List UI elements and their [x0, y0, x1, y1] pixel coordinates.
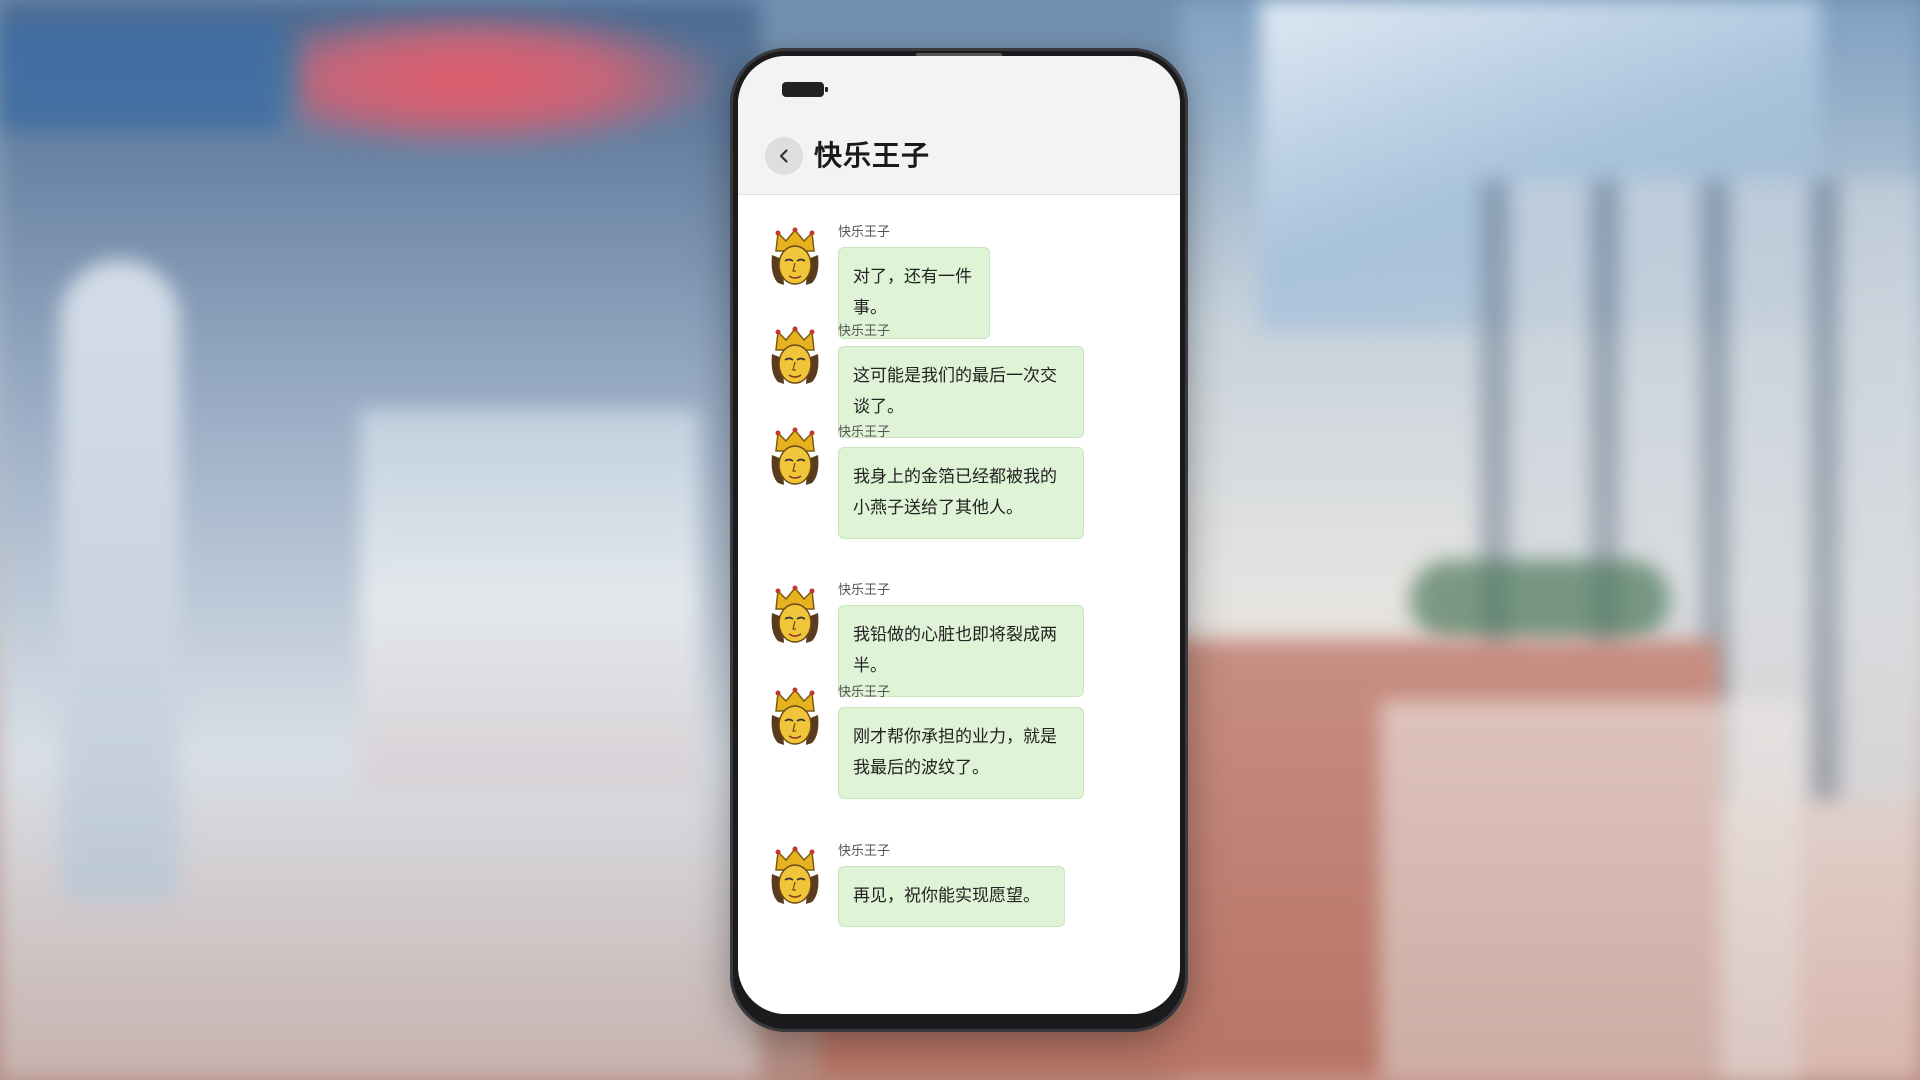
- battery-icon: [782, 82, 828, 97]
- background-sign-blue: [0, 20, 280, 130]
- background-shop-window: [360, 410, 700, 790]
- sender-name: 快乐王子: [838, 324, 891, 339]
- sender-name: 快乐王子: [838, 225, 891, 240]
- message-bubble: 我身上的金箔已经都被我的小燕子送给了其他人。: [838, 447, 1084, 539]
- crowned-prince-avatar: [764, 425, 826, 489]
- chevron-left-icon: [779, 149, 788, 163]
- crowned-prince-avatar: [764, 324, 826, 388]
- back-button[interactable]: [765, 137, 803, 175]
- crowned-prince-avatar: [764, 583, 826, 647]
- sender-name: 快乐王子: [838, 685, 891, 700]
- crowned-prince-avatar: [764, 685, 826, 749]
- background-arch: [60, 260, 180, 900]
- background-plants: [1410, 560, 1670, 640]
- crowned-prince-avatar: [764, 844, 826, 908]
- message-bubble: 刚才帮你承担的业力，就是我最后的波纹了。: [838, 707, 1084, 799]
- sender-name: 快乐王子: [838, 425, 891, 440]
- game-scene: 快乐王子 快乐王子 对了，还有一件事。 快乐王子 这可能是我们的最后一次交谈了。…: [0, 0, 1920, 1080]
- chat-header: 快乐王子: [738, 112, 1180, 195]
- status-bar: [738, 56, 1180, 112]
- message-bubble: 我铅做的心脏也即将裂成两半。: [838, 605, 1084, 697]
- phone-device: 快乐王子 快乐王子 对了，还有一件事。 快乐王子 这可能是我们的最后一次交谈了。…: [730, 48, 1188, 1032]
- chat-title: 快乐王子: [814, 139, 931, 172]
- message-list[interactable]: 快乐王子 对了，还有一件事。 快乐王子 这可能是我们的最后一次交谈了。 快乐王子…: [738, 195, 1180, 1014]
- background-sign-red: [300, 10, 720, 150]
- sender-name: 快乐王子: [838, 844, 891, 859]
- crowned-prince-avatar: [764, 225, 826, 289]
- message-bubble: 再见，祝你能实现愿望。: [838, 866, 1065, 927]
- background-floor-highlight: [1380, 700, 1800, 1080]
- sender-name: 快乐王子: [838, 583, 891, 598]
- phone-screen: 快乐王子 快乐王子 对了，还有一件事。 快乐王子 这可能是我们的最后一次交谈了。…: [738, 56, 1180, 1014]
